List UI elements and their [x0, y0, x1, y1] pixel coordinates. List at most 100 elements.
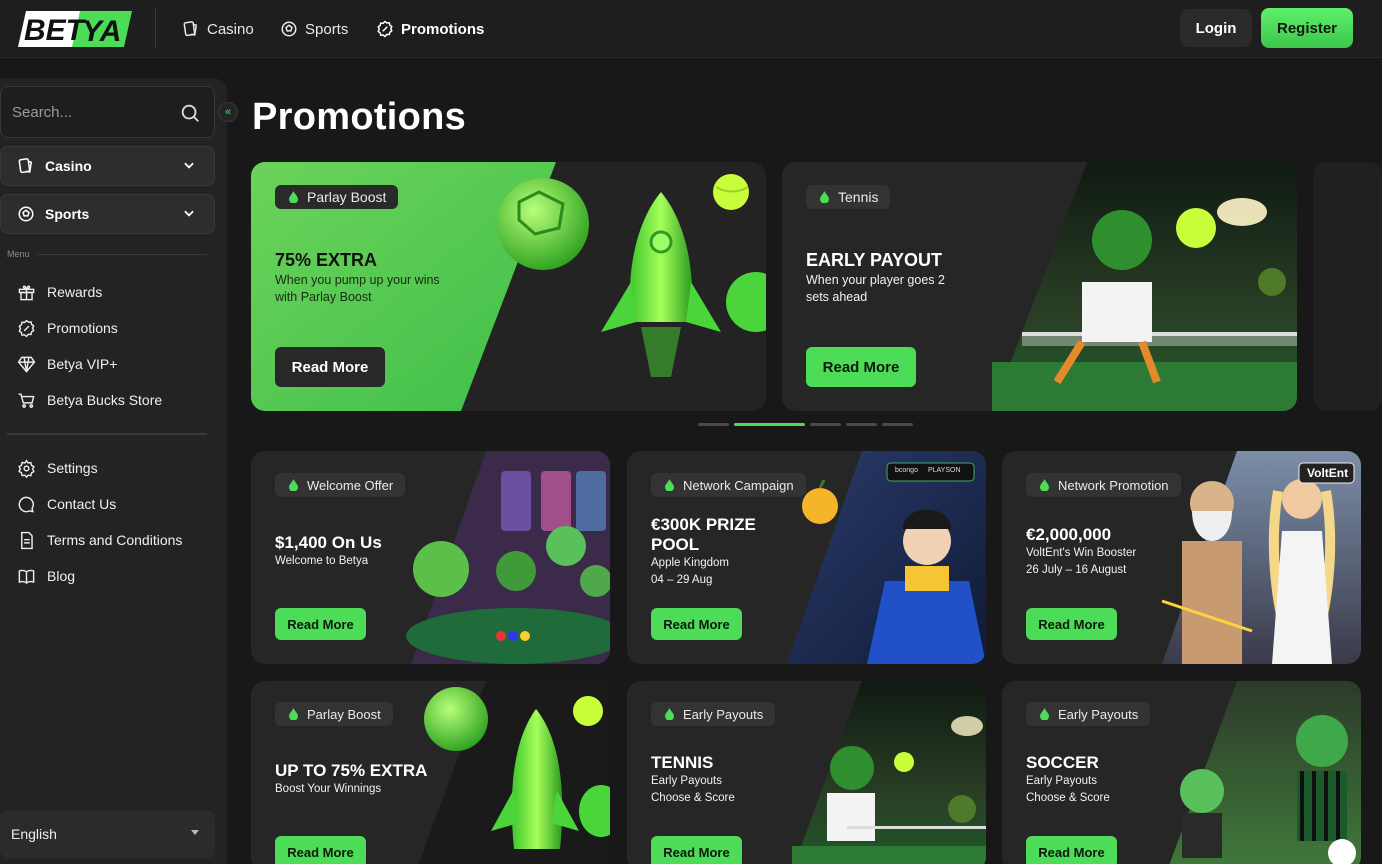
read-more-button[interactable]: Read More: [651, 836, 742, 864]
sidebar-item-terms[interactable]: Terms and Conditions: [17, 529, 182, 551]
soccer-ball-icon: [281, 21, 297, 37]
read-more-button[interactable]: Read More: [275, 836, 366, 864]
sidebar-item-rewards[interactable]: Rewards: [17, 281, 102, 303]
nav-sports-label: Sports: [305, 20, 349, 38]
sidebar-dropdown-casino[interactable]: Casino: [0, 146, 215, 186]
promo-title: TENNIS: [651, 753, 714, 772]
carousel-dot[interactable]: [698, 423, 729, 426]
sidebar-item-label: Blog: [47, 568, 76, 584]
sidebar-item-vip[interactable]: Betya VIP+: [17, 353, 117, 375]
search-icon[interactable]: [179, 102, 201, 124]
document-icon: [21, 531, 33, 549]
sidebar-item-blog[interactable]: Blog: [17, 565, 75, 587]
promo-card-soccer[interactable]: Early Payouts SOCCER Early Payouts Choos…: [1002, 681, 1361, 864]
sidebar-item-contact[interactable]: Contact Us: [17, 493, 116, 515]
read-more-button[interactable]: Read More: [806, 347, 916, 387]
collapse-sidebar-icon[interactable]: «: [218, 102, 238, 122]
promo-title: €2,000,000: [1026, 525, 1112, 544]
sidebar-item-settings[interactable]: Settings: [17, 457, 98, 479]
chat-icon: [18, 496, 34, 513]
read-more-button[interactable]: Read More: [275, 608, 366, 640]
logo-divider: [155, 8, 156, 48]
percent-badge-icon: [18, 319, 35, 337]
casino-icon: [183, 21, 198, 37]
read-more-button[interactable]: Read More: [1026, 836, 1117, 864]
promo-carousel-card-peek[interactable]: [1313, 162, 1382, 411]
promo-subtitle: Early Payouts Choose & Score: [651, 775, 735, 804]
chevron-down-icon: [184, 162, 194, 169]
search-input[interactable]: [12, 103, 162, 121]
gear-icon: [18, 458, 35, 478]
promo-tag: Tennis: [806, 185, 891, 209]
soccer-ball-icon: [18, 206, 34, 222]
svg-text:YA: YA: [82, 15, 121, 48]
promo-title: 75% EXTRA: [275, 250, 378, 270]
register-button[interactable]: Register: [1261, 8, 1353, 48]
sidebar-dropdown-sports[interactable]: Sports: [0, 194, 215, 234]
cart-icon: [18, 392, 35, 408]
nav-casino-label: Casino: [207, 20, 254, 38]
flame-icon: [289, 191, 298, 203]
sidebar-item-promotions[interactable]: Promotions: [17, 317, 118, 339]
promo-subtitle: Apple Kingdom 04 – 29 Aug: [651, 557, 729, 586]
promo-tag-label: Early Payouts: [683, 706, 764, 722]
promo-card-network-promotion[interactable]: VoltEnt Network Promotion €2,000,000 Vol…: [1002, 451, 1361, 664]
sidebar-item-label: Betya VIP+: [47, 356, 118, 372]
promo-subtitle: Boost Your Winnings: [275, 783, 382, 795]
read-more-button[interactable]: Read More: [651, 608, 742, 640]
promo-card-network-campaign[interactable]: Network Campaign bcongo PLAYSON €300K PR…: [627, 451, 986, 664]
voltent-badge: VoltEnt: [1307, 466, 1349, 480]
promo-subtitle: Early Payouts Choose & Score: [1026, 775, 1110, 804]
carousel-dot[interactable]: [882, 423, 913, 426]
language-value: English: [11, 826, 57, 842]
flame-icon: [665, 708, 674, 720]
promo-carousel-card[interactable]: Tennis EARLY PAYOUT When your player goe…: [782, 162, 1297, 411]
promo-tag-label: Network Promotion: [1058, 477, 1169, 493]
provider-badge-bcongo: bcongo: [895, 467, 918, 474]
search-box: [0, 86, 215, 138]
promo-tag-label: Parlay Boost: [307, 189, 387, 205]
language-select[interactable]: English: [0, 810, 215, 858]
sidebar-item-bucks-store[interactable]: Betya Bucks Store: [17, 389, 162, 411]
nav-sports[interactable]: Sports: [280, 18, 348, 40]
flame-icon: [665, 479, 674, 491]
nav-casino[interactable]: Casino: [182, 18, 254, 40]
flame-icon: [1040, 708, 1049, 720]
menu-section-label: Menu: [7, 249, 30, 259]
promo-card-welcome-offer[interactable]: Welcome Offer $1,400 On Us Welcome to Be…: [251, 451, 610, 664]
login-button[interactable]: Login: [1180, 9, 1252, 47]
promo-tag: Early Payouts: [1026, 702, 1151, 726]
promo-tag: Parlay Boost: [275, 702, 393, 726]
read-more-button[interactable]: Read More: [1026, 608, 1117, 640]
sidebar-item-label: Terms and Conditions: [47, 532, 183, 548]
top-header: BET YA Casino Sports Promotions Login Re…: [0, 0, 1382, 58]
carousel-dot-active[interactable]: [734, 423, 805, 426]
promo-title: SOCCER: [1026, 753, 1099, 772]
book-icon: [18, 569, 35, 584]
diamond-icon: [17, 356, 36, 373]
caret-down-icon: [191, 830, 199, 835]
promo-tag-label: Parlay Boost: [307, 706, 381, 722]
promo-tag: Welcome Offer: [275, 473, 406, 497]
provider-badge-playson: PLAYSON: [927, 467, 961, 474]
promo-title: €300K PRIZE POOL: [651, 515, 756, 554]
promo-tag-label: Welcome Offer: [307, 477, 394, 493]
nav-promotions[interactable]: Promotions: [376, 18, 484, 40]
promo-carousel-card[interactable]: Parlay Boost 75% EXTRA When you pump up …: [251, 162, 766, 411]
percent-badge-icon: [377, 20, 393, 38]
sidebar-divider: [7, 433, 207, 435]
sidebar-item-label: Settings: [47, 460, 98, 476]
flame-icon: [289, 708, 298, 720]
betya-logo[interactable]: BET YA: [18, 8, 132, 50]
carousel-pagination: [698, 423, 913, 427]
chevron-down-icon: [184, 210, 194, 217]
promo-card-tennis[interactable]: Early Payouts TENNIS Early Payouts Choos…: [627, 681, 986, 864]
read-more-button[interactable]: Read More: [275, 347, 385, 387]
promo-card-parlay-boost[interactable]: Parlay Boost UP TO 75% EXTRA Boost Your …: [251, 681, 610, 864]
sidebar-item-label: Contact Us: [47, 496, 117, 512]
promo-title: $1,400 On Us: [275, 533, 382, 552]
carousel-dot[interactable]: [810, 423, 841, 426]
sidebar-dropdown-label: Sports: [45, 206, 90, 222]
carousel-dot[interactable]: [846, 423, 877, 426]
page-title: Promotions: [252, 96, 467, 138]
